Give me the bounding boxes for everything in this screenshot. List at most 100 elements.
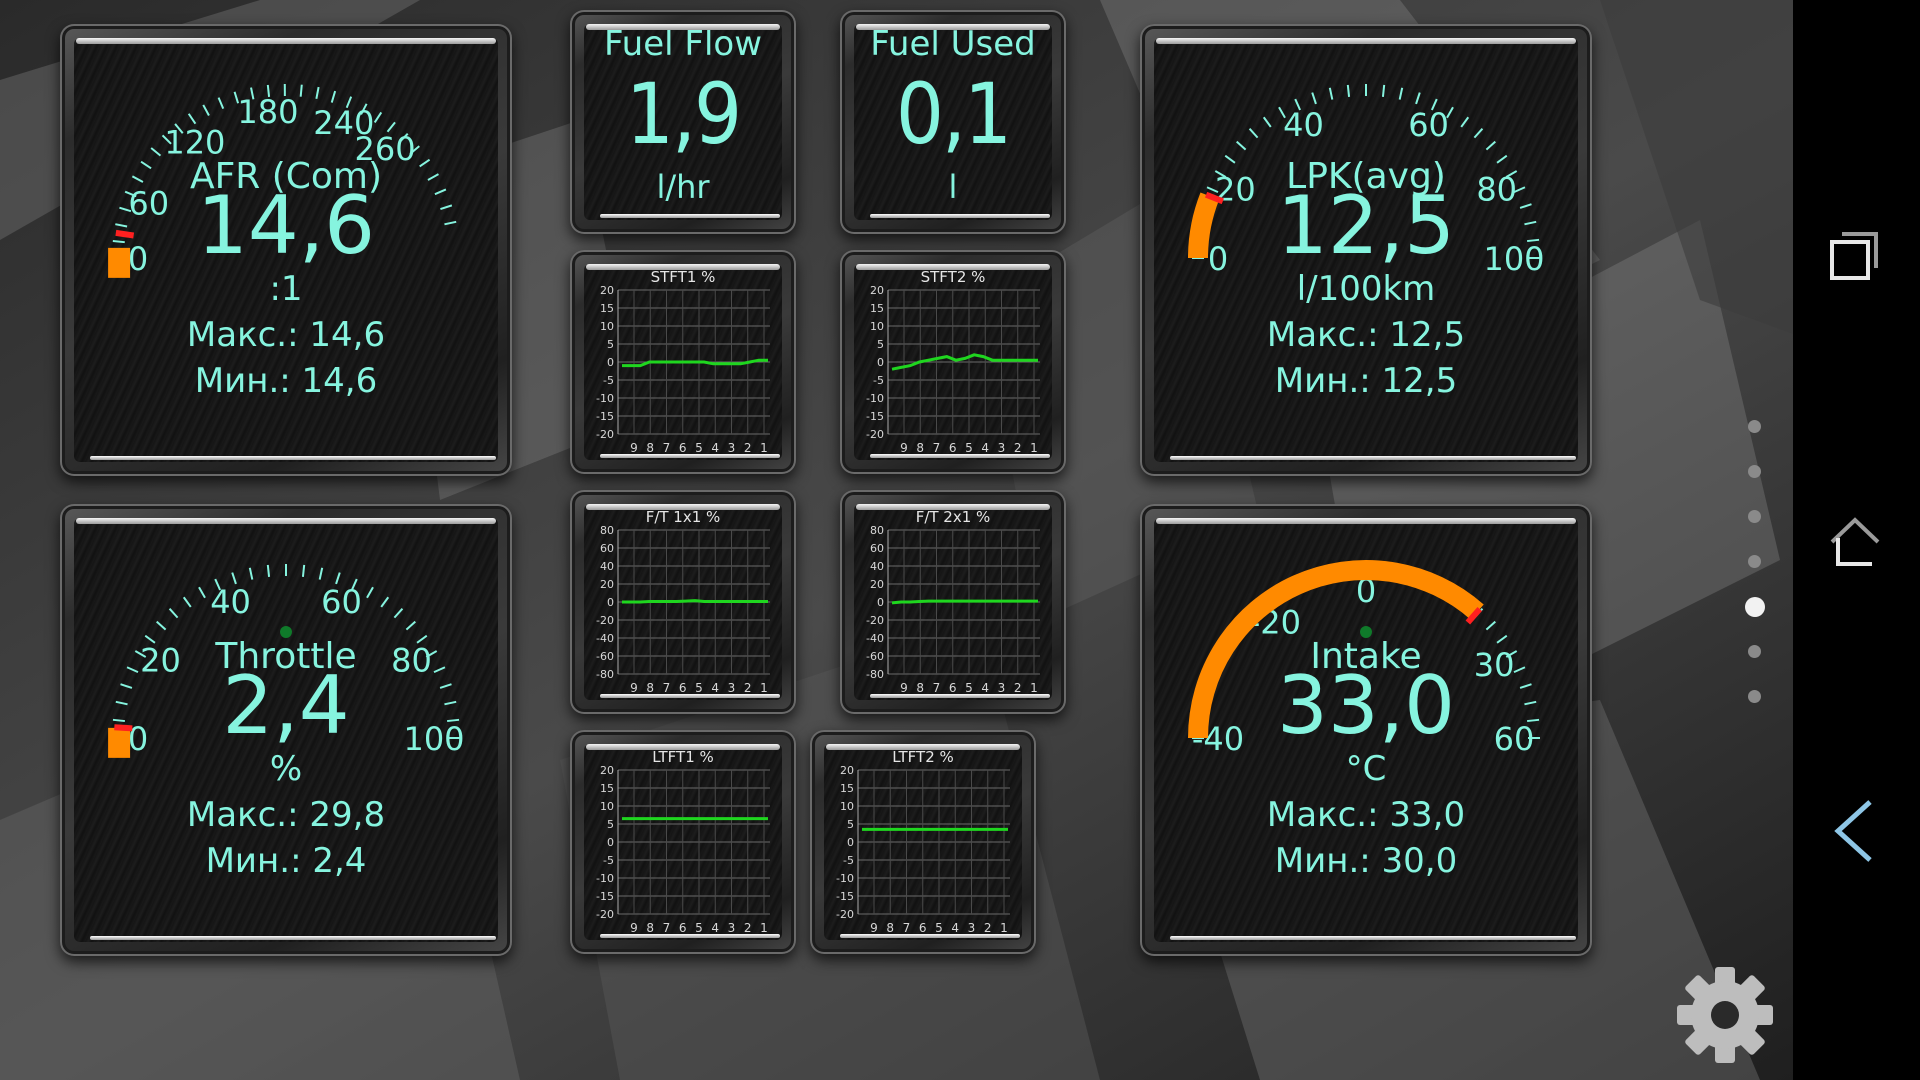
stft2-graph[interactable]: STFT2 % 20 15 10 5 0 -5 -10 -15 -20 9 8 7 6 5 4 3 2 1 xyxy=(840,250,1066,474)
graph-y-tick: 15 xyxy=(600,782,614,795)
gauge-tick xyxy=(1519,683,1532,689)
back-button[interactable] xyxy=(1830,796,1880,866)
afr-gauge[interactable]: 0 60 120 180 240 260 AFR (Com) 14,6:1 Макс.: 14,… xyxy=(60,24,512,476)
graph-title: STFT2 % xyxy=(921,268,986,286)
bezel-highlight xyxy=(1170,456,1576,460)
graph-x-tick: 1 xyxy=(760,921,768,935)
graph-x-tick: 6 xyxy=(949,441,957,455)
bezel-highlight xyxy=(870,694,1050,698)
gauge-tick xyxy=(419,158,431,168)
stft1-graph[interactable]: STFT1 % 20 15 10 5 0 -5 -10 -15 -20 9 8 7 6 5 4 3 2 1 xyxy=(570,250,796,474)
gauge-tick xyxy=(168,608,179,619)
gauge-tick xyxy=(1224,154,1236,164)
graph-y-tick: 10 xyxy=(600,320,614,333)
fuel-used-tile[interactable]: Fuel Used 0,1 l xyxy=(840,10,1066,234)
gauge-tick xyxy=(1398,87,1404,100)
graph-title: F/T 1x1 % xyxy=(646,508,721,526)
graph-x-tick: 6 xyxy=(679,681,687,695)
fuel-flow-tile[interactable]: Fuel Flow 1,9 l/hr xyxy=(570,10,796,234)
page-dot[interactable] xyxy=(1748,690,1761,703)
page-dot-active[interactable] xyxy=(1745,597,1765,617)
gauge-tick xyxy=(202,104,210,116)
recent-apps-icon xyxy=(1830,232,1878,280)
graph-y-tick: 0 xyxy=(847,836,854,849)
graph-x-tick: 7 xyxy=(663,921,671,935)
graph-y-tick: 5 xyxy=(847,818,854,831)
lpk-gauge[interactable]: 0 20 40 60 80 100 LPK(avg) 12,5 l/100km Макс.: 12… xyxy=(1140,24,1592,476)
recent-apps-button[interactable] xyxy=(1826,228,1884,286)
gauge-tick-label: 0 xyxy=(128,240,148,278)
gauge-tick xyxy=(439,683,452,689)
graph-y-tick: -80 xyxy=(866,668,884,681)
ltft2-graph[interactable]: LTFT2 % 20 15 10 5 0 -5 -10 -15 -20 9 8 7 6 5 4 3 2 1 xyxy=(810,730,1036,954)
page-dot[interactable] xyxy=(1748,465,1761,478)
gauge-unit: °C xyxy=(1346,749,1387,789)
gauge-tick-label: 60 xyxy=(128,185,169,223)
bezel-highlight xyxy=(600,454,780,458)
graph-x-tick: 1 xyxy=(760,441,768,455)
graph-x-tick: 6 xyxy=(679,921,687,935)
graph-y-tick: -10 xyxy=(596,392,614,405)
page-dot[interactable] xyxy=(1748,510,1761,523)
gauge-tick xyxy=(393,608,404,619)
graph-x-tick: 8 xyxy=(646,441,654,455)
ft1x1-graph[interactable]: F/T 1x1 % 80 60 40 20 0 -20 -40 -60 -80 9 8 7 6 5 4 3 2 1 xyxy=(570,490,796,714)
intake-gauge[interactable]: -40 -20 0 30 60 Intake 33,0 °C Макс.: 33,0 Мин.: … xyxy=(1140,504,1592,956)
gauge-tick-label: 0 xyxy=(1208,240,1228,278)
ltft1-graph[interactable]: LTFT1 % 20 15 10 5 0 -5 -10 -15 -20 9 8 7 6 5 4 3 2 1 xyxy=(570,730,796,954)
page-dot[interactable] xyxy=(1748,645,1761,658)
gauge-unit: l/100km xyxy=(1297,269,1436,309)
gauge-min: Мин.: 30,0 xyxy=(1275,841,1457,881)
page-indicator[interactable] xyxy=(1730,420,1770,720)
gauge-tick-label: 60 xyxy=(1408,106,1449,144)
gauge-tick xyxy=(318,567,324,580)
graph-x-tick: 4 xyxy=(711,441,719,455)
graph-y-tick: 20 xyxy=(600,578,614,591)
graph-x-tick: 3 xyxy=(728,441,736,455)
graph-x-tick: 8 xyxy=(886,921,894,935)
graph-x-tick: 7 xyxy=(663,441,671,455)
graph-x-tick: 5 xyxy=(935,921,943,935)
ft2x1-graph[interactable]: F/T 2x1 % 80 60 40 20 0 -20 -40 -60 -80 9 8 7 6 5 4 3 2 1 xyxy=(840,490,1066,714)
gauge-min: Мин.: 12,5 xyxy=(1275,361,1457,401)
graph-y-tick: -20 xyxy=(596,428,614,441)
graph-y-tick: -15 xyxy=(596,890,614,903)
gauge-tick xyxy=(187,113,197,125)
graph-x-tick: 2 xyxy=(744,681,752,695)
graph-y-tick: 60 xyxy=(600,542,614,555)
gauge-tick-label: 20 xyxy=(140,642,181,680)
gauge-level-marker xyxy=(108,247,131,278)
throttle-gauge[interactable]: 0 20 40 60 80 100 Throttle 2,4% Макс.: 29,8 Мин.:… xyxy=(60,504,512,956)
bezel-highlight xyxy=(856,504,1050,510)
home-button[interactable] xyxy=(1826,512,1884,570)
graph-y-tick: 15 xyxy=(870,302,884,315)
gauge-value: 12,5 xyxy=(1277,179,1455,272)
graph-y-tick: -60 xyxy=(866,650,884,663)
gauge-tick xyxy=(1524,220,1537,226)
bezel-highlight xyxy=(76,38,496,44)
gauge-min: Мин.: 2,4 xyxy=(206,841,367,881)
bezel-highlight xyxy=(586,504,780,510)
gauge-tick-label: 80 xyxy=(391,642,432,680)
graph-y-tick: 15 xyxy=(600,302,614,315)
gauge-tick xyxy=(266,564,271,577)
settings-button[interactable] xyxy=(1670,960,1780,1070)
gauge-unit: % xyxy=(270,749,302,789)
gauge-tick xyxy=(182,596,192,608)
fuel-used-label: Fuel Used xyxy=(870,24,1036,64)
graph-title: F/T 2x1 % xyxy=(916,508,991,526)
graph-y-tick: 5 xyxy=(877,338,884,351)
page-dot[interactable] xyxy=(1748,555,1761,568)
bezel-highlight xyxy=(586,24,780,30)
gauge-tick xyxy=(434,188,447,196)
page-dot[interactable] xyxy=(1748,420,1761,433)
gauge-tick xyxy=(140,160,152,170)
graph-y-tick: -20 xyxy=(866,428,884,441)
bezel-highlight xyxy=(600,694,780,698)
gauge-tick xyxy=(112,718,125,723)
gauge-tick xyxy=(1248,128,1259,139)
graph-y-tick: 40 xyxy=(870,560,884,573)
graph-x-tick: 4 xyxy=(981,681,989,695)
graph-y-tick: -80 xyxy=(596,668,614,681)
graph-x-tick: 9 xyxy=(900,681,908,695)
